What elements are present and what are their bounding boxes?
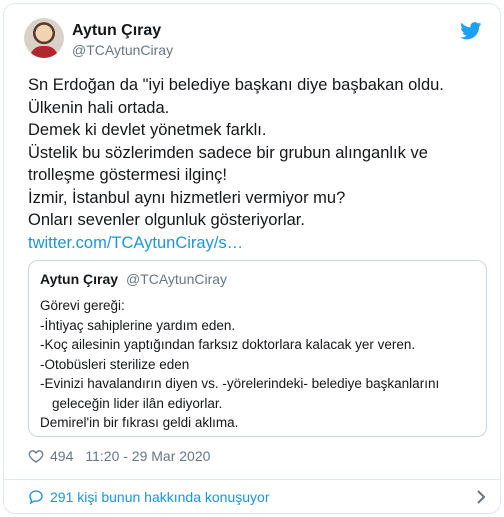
quote-line: -Evinizi havalandırın diyen vs. -yöreler… xyxy=(40,376,440,391)
quoted-author-name: Aytun Çıray xyxy=(40,271,119,287)
tweet-line: Üstelik bu sözlerimden sadece bir grubun… xyxy=(28,143,428,185)
quote-line: -Otobüsleri sterilize eden xyxy=(40,356,190,372)
quoted-tweet[interactable]: Aytun Çıray @TCAytunCiray Görevi gereği:… xyxy=(28,260,487,437)
conversation-link[interactable]: 291 kişi bunun hakkında konuşuyor xyxy=(28,484,486,510)
avatar[interactable] xyxy=(24,18,64,58)
tweet-line: Ülkenin hali ortada. xyxy=(28,98,170,117)
quote-line: Görevi gereği: xyxy=(40,298,125,313)
speech-bubble-icon xyxy=(29,490,43,505)
quote-line: -İhtiyaç sahiplerine yardım eden. xyxy=(40,317,236,333)
tweet-line: Sn Erdoğan da "iyi belediye başkanı diye… xyxy=(28,76,444,94)
quote-line: geleceğin lider ilân ediyorlar. xyxy=(52,395,223,411)
quote-line: Demirel'in bir fıkrası geldi aklıma. xyxy=(40,415,239,430)
conversation-text: 291 kişi bunun hakkında konuşuyor xyxy=(50,489,270,505)
tweet-card: Aytun Çıray @TCAytunCiray Sn Erdoğan da … xyxy=(3,3,501,514)
twitter-bird-icon[interactable] xyxy=(460,22,482,40)
tweet-line: Demek ki devlet yönetmek farklı. xyxy=(28,121,267,139)
author-handle[interactable]: @TCAytunCiray xyxy=(72,42,173,58)
tweet-meta: 494 11:20 - 29 Mar 2020 xyxy=(28,446,210,466)
timestamp[interactable]: 11:20 - 29 Mar 2020 xyxy=(85,448,210,464)
quote-line: -Koç ailesinin yaptığından farksız dokto… xyxy=(40,337,416,352)
divider xyxy=(4,479,500,480)
tweet-link[interactable]: twitter.com/TCAytunCiray/s… xyxy=(28,234,243,252)
tweet-line: İzmir, İstanbul aynı hizmetleri vermiyor… xyxy=(28,188,346,207)
tweet-header: Aytun Çıray @TCAytunCiray xyxy=(24,16,484,60)
author-name[interactable]: Aytun Çıray xyxy=(72,22,161,40)
heart-icon[interactable] xyxy=(28,448,44,464)
chevron-right-icon xyxy=(477,490,486,504)
quoted-tweet-header: Aytun Çıray @TCAytunCiray xyxy=(40,271,227,287)
tweet-line: Onları sevenler olgunluk gösteriyorlar. xyxy=(28,211,305,229)
like-count[interactable]: 494 xyxy=(50,448,73,464)
quoted-author-handle: @TCAytunCiray xyxy=(125,271,228,287)
tweet-text: Sn Erdoğan da "iyi belediye başkanı diye… xyxy=(28,74,488,254)
quoted-tweet-text: Görevi gereği: -İhtiyaç sahiplerine yard… xyxy=(40,296,475,433)
